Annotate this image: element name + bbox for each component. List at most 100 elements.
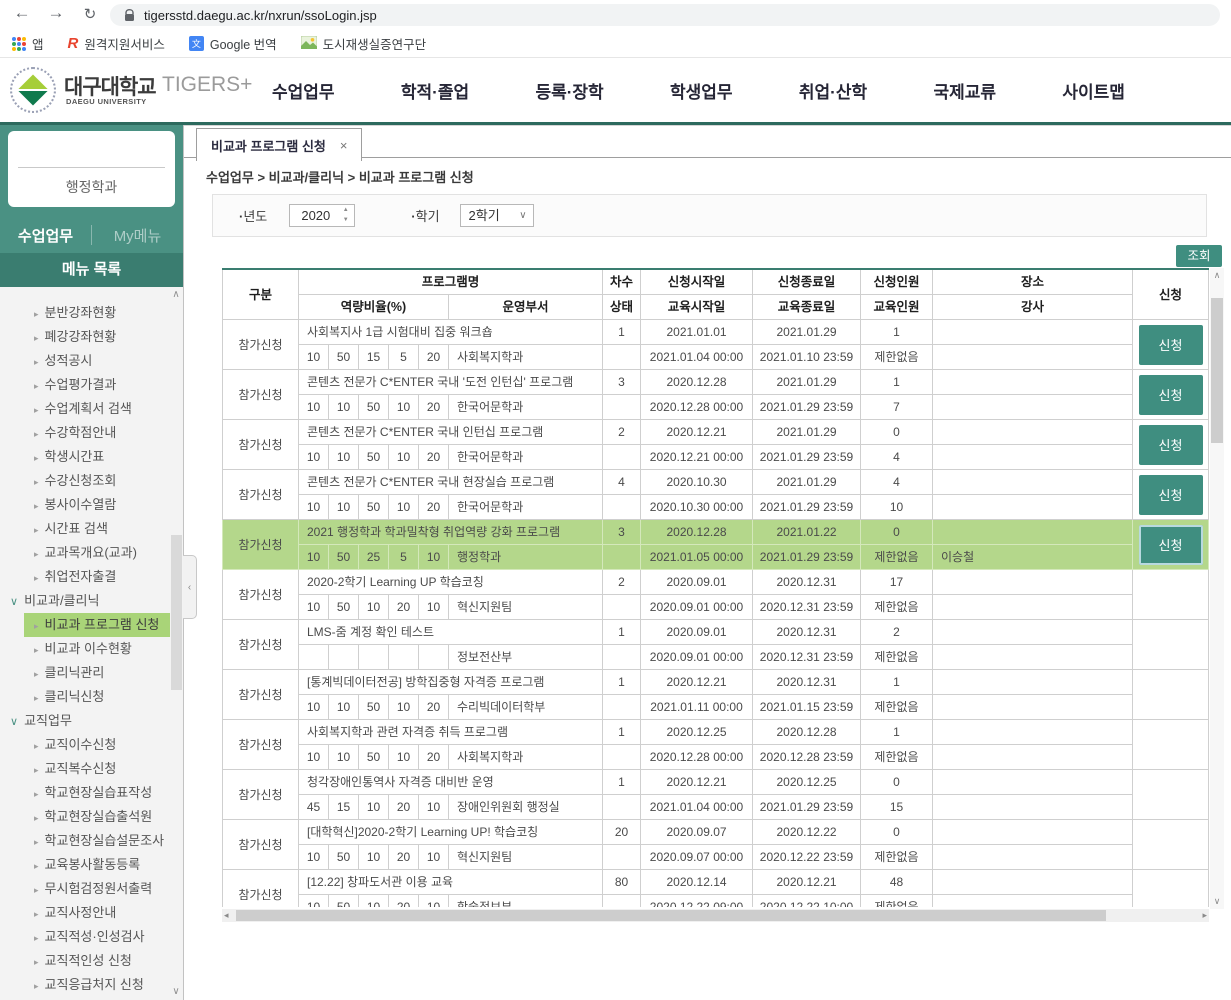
address-bar[interactable]: tigersstd.daegu.ac.kr/nxrun/ssoLogin.jsp [110, 4, 1220, 26]
bookmark-apps[interactable]: 앱 [12, 34, 44, 53]
sidebar-group[interactable]: ∨비교과/클리닉 [0, 589, 183, 613]
sidebar-item[interactable]: ▸클리닉관리 [0, 661, 183, 685]
sidebar-item[interactable]: ▸분반강좌현황 [0, 301, 183, 325]
semester-label: ·학기 [411, 206, 439, 225]
sidebar-item-label: 폐강강좌현황 [45, 329, 117, 344]
sidebar-item[interactable]: ▸교직이수신청 [0, 733, 183, 757]
program-row-main: 참가신청 [12.22] 창파도서관 이용 교육 80 2020.12.14 2… [223, 870, 1209, 895]
sidebar-item[interactable]: ▸교과목개요(교과) [0, 541, 183, 565]
apply-button[interactable]: 신청 [1139, 525, 1203, 565]
header-order: 차수 [603, 269, 641, 295]
spin-down-icon[interactable]: ▼ [343, 217, 349, 224]
cell-applicants: 1 [861, 370, 933, 395]
nav-item-records[interactable]: 학적·졸업 [401, 78, 469, 103]
cell-dept: 혁신지원팀 [449, 845, 603, 870]
apply-button[interactable]: 신청 [1139, 475, 1203, 515]
sidebar-scrollbar-thumb[interactable] [171, 535, 182, 690]
bookmark-remote-support[interactable]: R 원격지원서비스 [68, 34, 165, 53]
bookmark-urban-research[interactable]: 도시재생실증연구단 [301, 34, 427, 53]
cell-ratio: 10 [359, 845, 389, 870]
sidebar-item[interactable]: ▸수업계획서 검색 [0, 397, 183, 421]
sidebar-item[interactable]: ▸봉사이수열람 [0, 493, 183, 517]
search-button[interactable]: 조회 [1176, 245, 1222, 267]
scroll-down-icon[interactable]: ∨ [1210, 896, 1224, 907]
sidebar-item[interactable]: ▸교직응급처지 신청 [0, 973, 183, 997]
tab-program-apply[interactable]: 비교과 프로그램 신청 × [196, 128, 362, 161]
sidebar-item[interactable]: ▸비교과 프로그램 신청 [24, 613, 170, 637]
scroll-right-icon[interactable]: ▸ [1202, 909, 1207, 922]
sidebar-item[interactable]: ▸시간표 검색 [0, 517, 183, 541]
sidebar-item[interactable]: ▸클리닉신청 [0, 685, 183, 709]
year-spinner[interactable]: 2020 ▲ ▼ [289, 204, 355, 227]
header-status: 상태 [603, 295, 641, 320]
url-text: tigersstd.daegu.ac.kr/nxrun/ssoLogin.jsp [144, 8, 377, 23]
spin-up-icon[interactable]: ▲ [343, 207, 349, 214]
spinner-buttons[interactable]: ▲ ▼ [339, 207, 352, 224]
apply-button[interactable]: 신청 [1139, 425, 1203, 465]
vertical-scrollbar-thumb[interactable] [1211, 298, 1223, 443]
sidebar-item-label: 수업계획서 검색 [45, 401, 132, 416]
sidebar-item[interactable]: ▸학교현장실습표작성 [0, 781, 183, 805]
back-icon[interactable]: ← [10, 3, 34, 23]
sidebar-item[interactable]: ▸수강학점안내 [0, 421, 183, 445]
university-logo[interactable] [10, 67, 56, 113]
sidebar-item[interactable]: ▸취업전자출결 [0, 565, 183, 589]
sidebar-item[interactable]: ▸교직적인성 신청 [0, 949, 183, 973]
forward-icon[interactable]: → [44, 3, 68, 23]
apply-button[interactable]: 신청 [1139, 375, 1203, 415]
cell-category: 참가신청 [223, 320, 299, 370]
sidebar-item-label: 교직적성·인성검사 [45, 929, 145, 944]
sidebar-item[interactable]: ▸수업평가결과 [0, 373, 183, 397]
scroll-up-icon[interactable]: ∧ [1210, 270, 1224, 281]
sidebar-item[interactable]: ▸비교과 이수현황 [0, 637, 183, 661]
sidebar-scroll-up-icon[interactable]: ∧ [170, 289, 182, 301]
program-row-sub: 10 50 10 20 10 학술정보부 2020.12.22 09:00 20… [223, 895, 1209, 908]
sidebar-item[interactable]: ▸교육봉사활동등록 [0, 853, 183, 877]
sidebar-item[interactable]: ▸학교현장실습출석원 [0, 805, 183, 829]
sidebar-item[interactable]: ▸교직적성·인성검사 [0, 925, 183, 949]
sidebar-collapse-handle[interactable]: ‹ [183, 555, 197, 619]
sidebar-menu-list: ▸분반강좌현황▸폐강강좌현황▸성적공시▸수업평가결과▸수업계획서 검색▸수강학점… [0, 287, 183, 1000]
program-row-main: 참가신청 사회복지학과 관련 자격증 취득 프로그램 1 2020.12.25 … [223, 720, 1209, 745]
sidebar-item[interactable]: ▸무시험검정원서출력 [0, 877, 183, 901]
cell-edu-start: 2020.09.01 00:00 [641, 595, 753, 620]
reload-icon[interactable]: ↻ [78, 5, 102, 23]
vertical-scrollbar[interactable]: ∧ ∨ [1210, 268, 1224, 909]
sidebar-item[interactable]: ▸학교현장실습설문조사 [0, 829, 183, 853]
sidebar-item[interactable]: ▸성적공시 [0, 349, 183, 373]
apply-button[interactable]: 신청 [1139, 325, 1203, 365]
cell-program-name: [통계빅데이터전공] 방학집중형 자격증 프로그램 [299, 670, 603, 695]
sidebar-item[interactable]: ▸교직복수신청 [0, 757, 183, 781]
cell-category: 참가신청 [223, 420, 299, 470]
bookmark-google-translate[interactable]: 文 Google 번역 [189, 34, 277, 53]
sidebar-item[interactable]: ▸교직사정안내 [0, 901, 183, 925]
program-row-sub: 10 50 10 20 10 혁신지원팀 2020.09.07 00:00 20… [223, 845, 1209, 870]
program-row-sub: 10 50 25 5 10 행정학과 2021.01.05 00:00 2021… [223, 545, 1209, 570]
semester-select[interactable]: 2학기 ∨ [460, 204, 534, 227]
sidebar-item[interactable]: ▸수강신청조회 [0, 469, 183, 493]
sidebar-tab-mymenu[interactable]: My메뉴 [92, 225, 183, 246]
close-icon[interactable]: × [340, 138, 348, 153]
nav-item-international[interactable]: 국제교류 [933, 78, 996, 103]
cell-order: 1 [603, 770, 641, 795]
cell-apply-action [1133, 770, 1209, 820]
sidebar-scroll-down-icon[interactable]: ∨ [170, 986, 182, 998]
cell-apply-end: 2021.01.22 [753, 520, 861, 545]
nav-item-sitemap[interactable]: 사이트맵 [1062, 78, 1125, 103]
nav-item-classes[interactable]: 수업업무 [272, 78, 335, 103]
sidebar-group[interactable]: ∨교직업무 [0, 709, 183, 733]
cell-apply-end: 2020.12.31 [753, 620, 861, 645]
sidebar-item[interactable]: ▸폐강강좌현황 [0, 325, 183, 349]
program-row-main: 참가신청 콘텐츠 전문가 C*ENTER 국내 '도전 인턴십' 프로그램 3 … [223, 370, 1209, 395]
horizontal-scrollbar-thumb[interactable] [236, 910, 1106, 921]
nav-item-registration[interactable]: 등록·장학 [535, 78, 603, 103]
sidebar-item[interactable]: ▸학생시간표 [0, 445, 183, 469]
cell-ratio: 10 [419, 595, 449, 620]
cell-instructor [933, 895, 1133, 908]
cell-place [933, 320, 1133, 345]
nav-item-career[interactable]: 취업·산학 [799, 78, 867, 103]
horizontal-scrollbar[interactable]: ◂ ▸ [222, 909, 1209, 922]
nav-item-student-affairs[interactable]: 학생업무 [670, 78, 733, 103]
scroll-left-icon[interactable]: ◂ [224, 909, 229, 922]
sidebar-tab-work[interactable]: 수업업무 [0, 225, 91, 246]
